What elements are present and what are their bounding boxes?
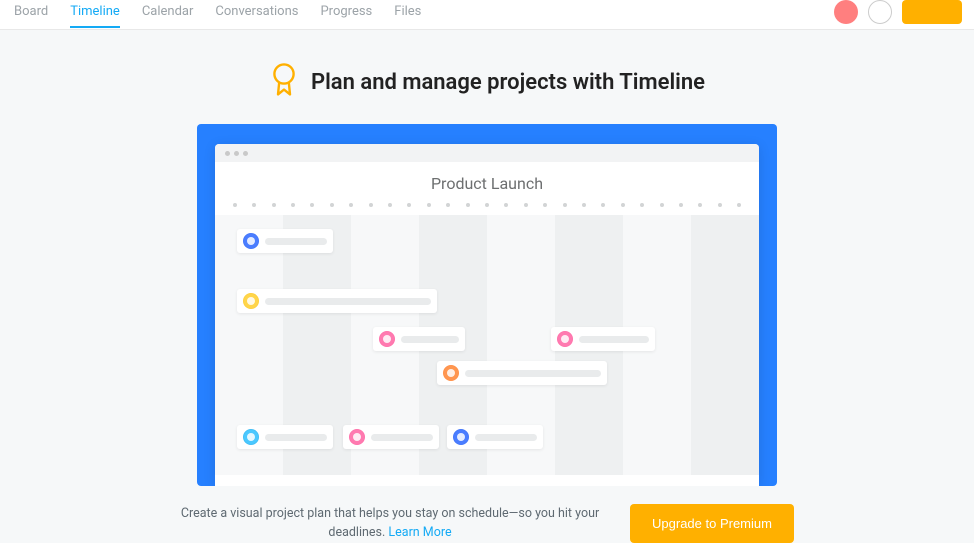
avatar-icon	[379, 331, 395, 347]
task-card	[237, 289, 437, 313]
topbar: Board Timeline Calendar Conversations Pr…	[0, 0, 974, 30]
task-card	[343, 425, 439, 449]
avatar-icon	[243, 293, 259, 309]
avatar-icon	[557, 331, 573, 347]
task-card	[237, 425, 333, 449]
upgrade-top-button[interactable]	[902, 0, 962, 24]
mock-titlebar	[215, 144, 759, 162]
promo-frame: Product Launch	[197, 124, 777, 486]
avatar-icon	[243, 233, 259, 249]
content: Plan and manage projects with Timeline P…	[0, 30, 974, 543]
upgrade-button[interactable]: Upgrade to Premium	[630, 504, 794, 543]
window-dot-icon	[225, 151, 230, 156]
tab-progress[interactable]: Progress	[320, 4, 372, 26]
headline: Plan and manage projects with Timeline	[311, 70, 705, 95]
avatar-icon	[443, 365, 459, 381]
tabs: Board Timeline Calendar Conversations Pr…	[14, 4, 421, 26]
avatar-icon	[243, 429, 259, 445]
mock-window: Product Launch	[215, 144, 759, 486]
mock-title: Product Launch	[215, 162, 759, 199]
avatar-icon	[349, 429, 365, 445]
task-card	[447, 425, 543, 449]
task-card	[373, 327, 465, 351]
headline-row: Plan and manage projects with Timeline	[0, 62, 974, 102]
topbar-right	[834, 0, 962, 24]
task-card	[237, 229, 333, 253]
tick-row	[215, 199, 759, 215]
window-dot-icon	[243, 151, 248, 156]
tab-conversations[interactable]: Conversations	[215, 4, 298, 26]
gantt-area	[215, 215, 759, 475]
tab-calendar[interactable]: Calendar	[142, 4, 194, 26]
task-card	[551, 327, 655, 351]
tab-files[interactable]: Files	[394, 4, 421, 26]
avatar-icon[interactable]	[834, 0, 858, 24]
tab-timeline[interactable]: Timeline	[70, 4, 120, 26]
window-dot-icon	[234, 151, 239, 156]
task-card	[437, 361, 607, 385]
tab-board[interactable]: Board	[14, 4, 48, 26]
learn-more-link[interactable]: Learn More	[388, 525, 451, 540]
avatar-icon	[453, 429, 469, 445]
footer-text: Create a visual project plan that helps …	[180, 505, 600, 543]
ribbon-icon	[269, 62, 299, 102]
footer-row: Create a visual project plan that helps …	[0, 504, 974, 543]
help-icon[interactable]	[868, 0, 892, 24]
